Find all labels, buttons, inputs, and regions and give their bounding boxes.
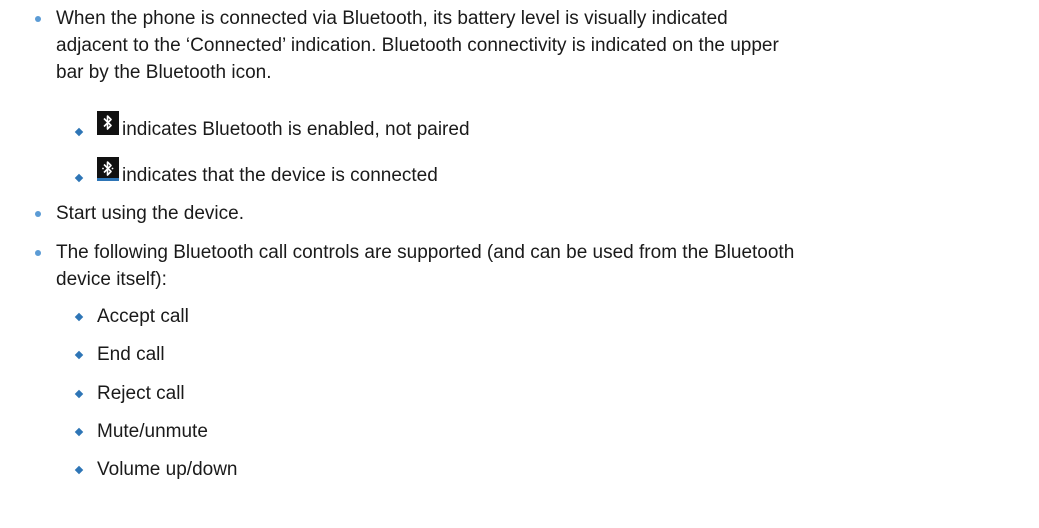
bullet-text-line: device itself): [56,269,167,290]
bullet-dot [35,211,41,217]
diamond-bullet-icon [74,427,84,437]
call-control-label: Volume up/down [97,459,238,480]
sub-item-bluetooth-enabled: indicates Bluetooth is enabled, not pair… [0,111,1039,143]
bullet-dot [35,16,41,22]
bullet-text-line: Start using the device. [56,203,244,224]
bluetooth-enabled-icon [97,111,119,135]
bullet-text-line: adjacent to the ‘Connected’ indication. … [56,35,779,56]
bullet-item-bluetooth-battery: When the phone is connected via Bluetoot… [0,5,1039,86]
list-item-call-control: Accept call [0,303,189,330]
bullet-text-line: bar by the Bluetooth icon. [56,62,272,83]
bullet-item-call-controls: The following Bluetooth call controls ar… [0,239,1039,293]
diamond-bullet-icon [74,465,84,475]
sub-item-bluetooth-connected: indicates that the device is connected [0,157,1039,189]
icon-item-text: indicates that the device is connected [122,165,438,186]
document-page: When the phone is connected via Bluetoot… [0,0,1039,528]
call-control-label: Reject call [97,383,185,404]
bullet-item-start-using: Start using the device. [0,200,1039,227]
call-control-label: Mute/unmute [97,421,208,442]
list-item-call-control: End call [0,341,165,368]
bullet-text-line: When the phone is connected via Bluetoot… [56,8,728,29]
list-item-call-control: Mute/unmute [0,418,208,445]
bullet-dot [35,250,41,256]
list-item-call-control: Reject call [0,380,185,407]
icon-item-text: indicates Bluetooth is enabled, not pair… [122,119,470,140]
diamond-bullet-icon [74,350,84,360]
bullet-text-line: The following Bluetooth call controls ar… [56,242,795,263]
call-control-label: Accept call [97,306,189,327]
bluetooth-connected-icon [97,157,119,181]
diamond-bullet-icon [74,173,84,183]
call-control-label: End call [97,344,165,365]
list-item-call-control: Volume up/down [0,456,238,483]
diamond-bullet-icon [74,312,84,322]
diamond-bullet-icon [74,389,84,399]
diamond-bullet-icon [74,127,84,137]
